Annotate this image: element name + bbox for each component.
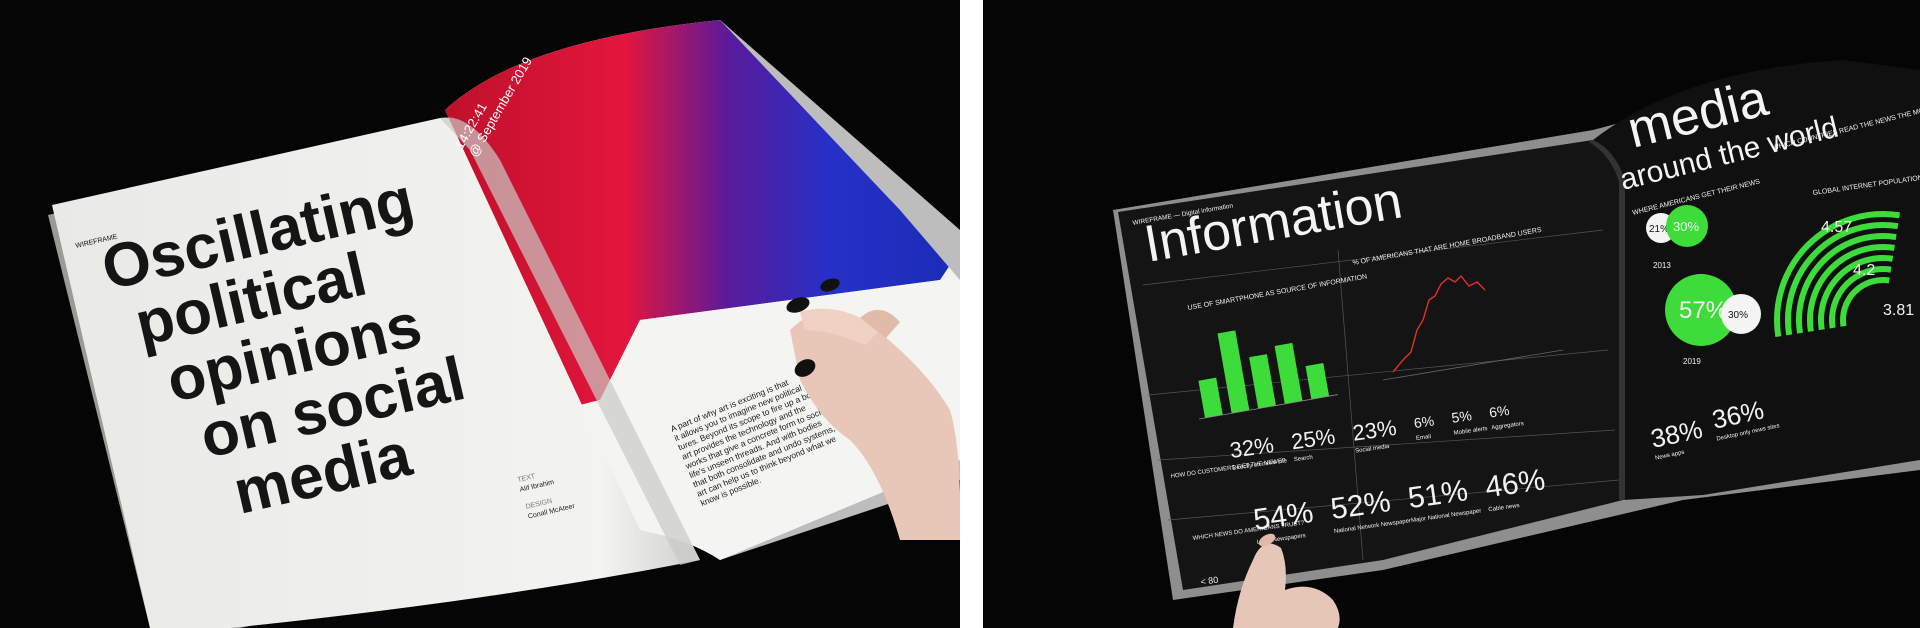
stat-value: 6% — [1488, 402, 1510, 421]
year-2013: 2013 — [1653, 261, 1671, 270]
right-photo-magazine-spread: WIREFRAME — Digital information Informat… — [983, 0, 1920, 628]
internet-value: 4.2 — [1853, 262, 1875, 279]
internet-value: 4.57 — [1821, 219, 1852, 236]
left-photo-magazine-spread: WIREFRAME Oscillating political opinions… — [0, 0, 960, 628]
stat-value: 5% — [1450, 407, 1472, 426]
circle-big-2013-label: 30% — [1673, 219, 1699, 234]
right-spread-scene: WIREFRAME — Digital information Informat… — [1113, 60, 1920, 628]
circle-big-2019-label: 57% — [1679, 297, 1727, 324]
year-2019: 2019 — [1683, 357, 1701, 366]
stat-value: 6% — [1413, 412, 1435, 431]
circle-small-2019-label: 30% — [1728, 310, 1748, 321]
left-spread-scene: WIREFRAME Oscillating political opinions… — [48, 20, 960, 628]
internet-value: 3.81 — [1883, 302, 1914, 319]
